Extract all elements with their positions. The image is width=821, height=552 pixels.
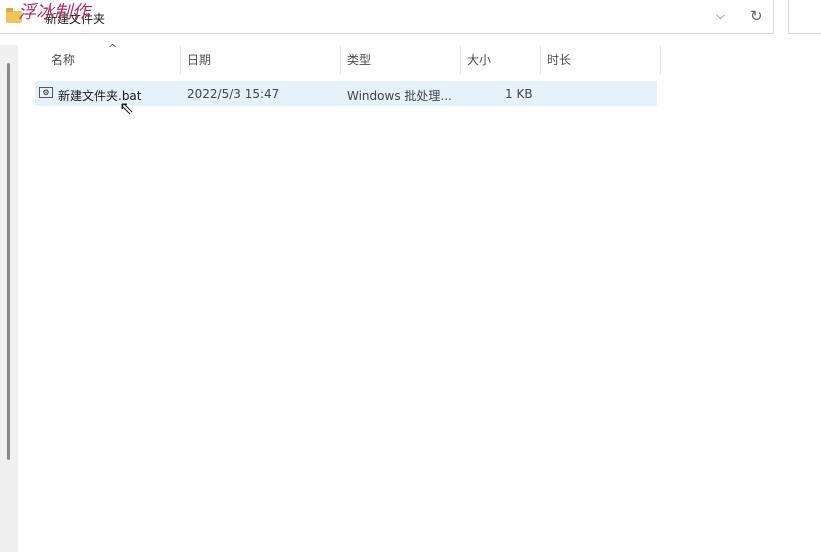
column-header-size[interactable]: 大小 (461, 46, 541, 74)
mouse-cursor-icon: ⇖ (119, 98, 135, 119)
column-header-date[interactable]: 日期 (181, 46, 341, 74)
file-date: 2022/5/3 15:47 (187, 87, 280, 101)
column-header-name[interactable]: 名称 (45, 46, 181, 74)
file-size: 1 KB (505, 87, 533, 101)
file-type: Windows 批处理... (347, 89, 452, 103)
batch-file-icon: ⚙ (39, 87, 53, 98)
address-bar[interactable]: 新建文件夹 浮冰制作 ⌵ ↻ (0, 0, 774, 34)
refresh-icon[interactable]: ↻ (750, 7, 763, 25)
scrollbar[interactable] (7, 63, 10, 460)
watermark: 浮冰制作 (18, 2, 90, 23)
column-header-duration[interactable]: 时长 (541, 46, 661, 74)
search-box[interactable] (788, 0, 821, 34)
chevron-down-icon[interactable]: ⌵ (716, 8, 725, 23)
column-header-type[interactable]: 类型 (341, 46, 461, 74)
